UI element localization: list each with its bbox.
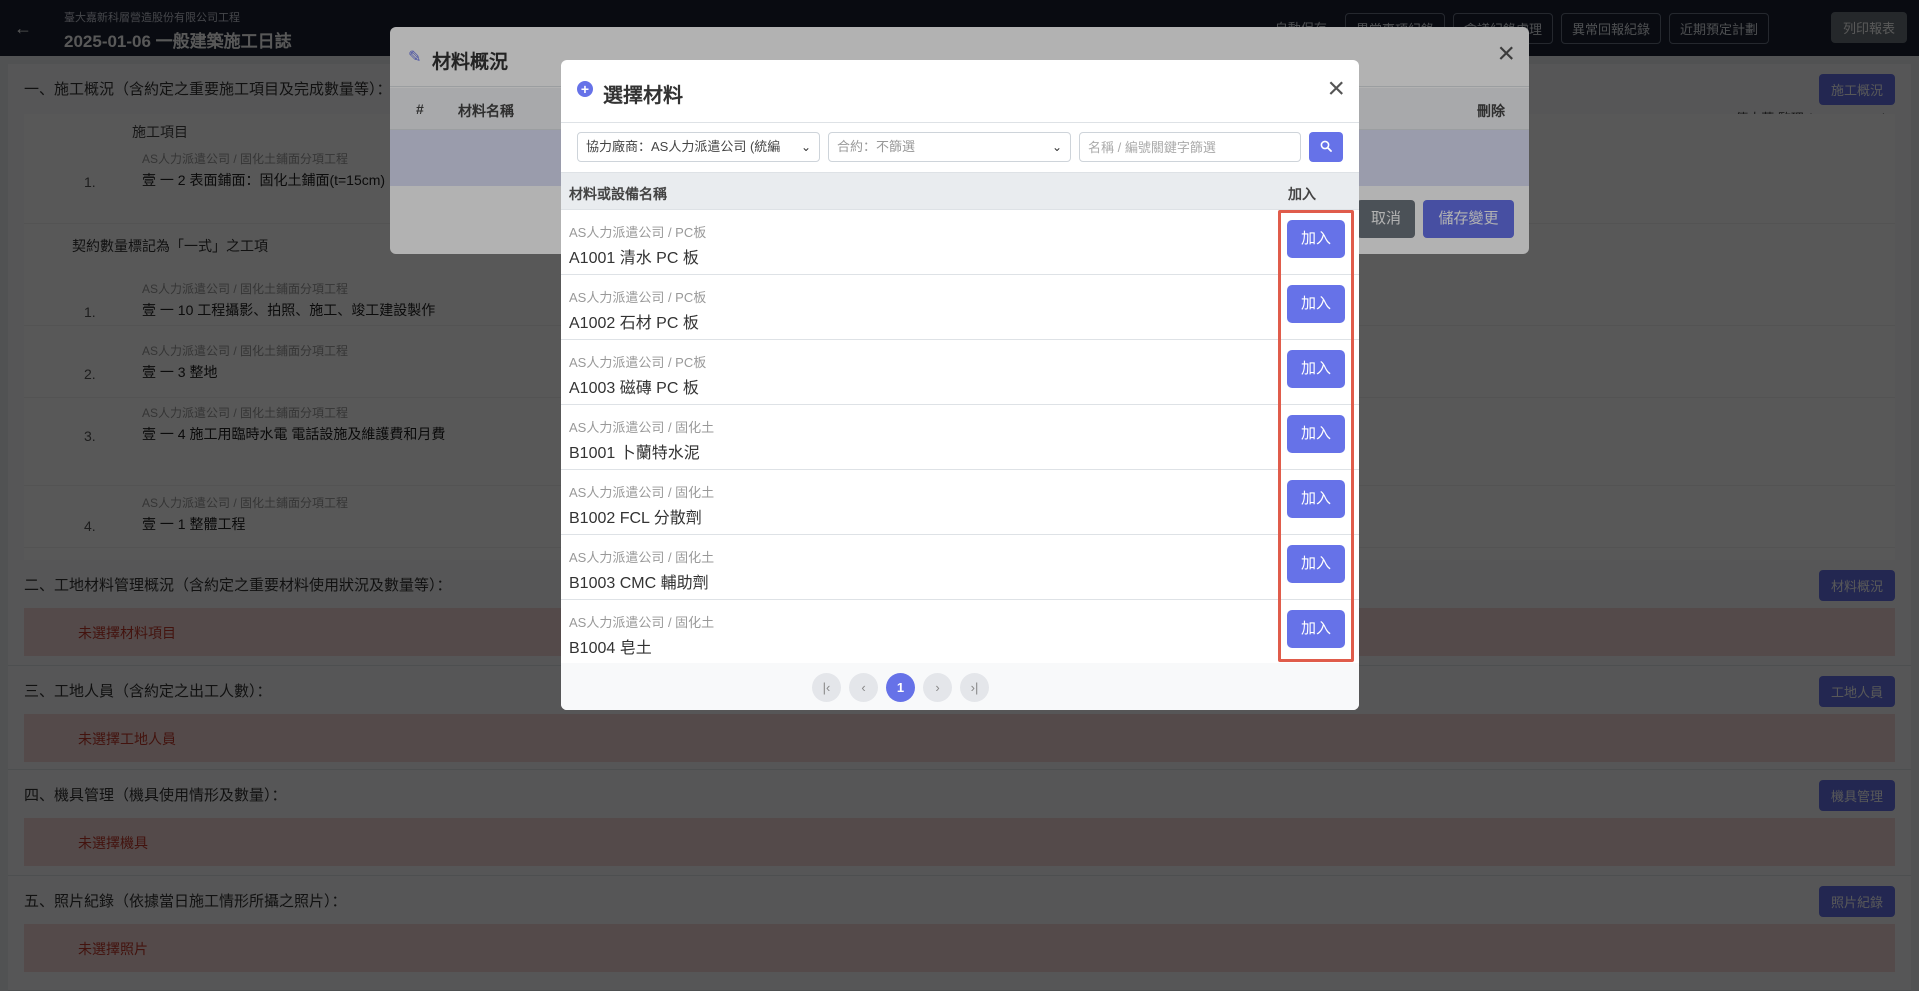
prev-page-button[interactable]: ‹ — [849, 673, 878, 702]
vendor-select[interactable]: 協力廠商：AS人力派遣公司 (統編 ⌄ — [577, 132, 820, 162]
modal-title: 選擇材料 — [603, 85, 683, 107]
keyword-search-input[interactable] — [1079, 132, 1301, 162]
chevron-down-icon: ⌄ — [1051, 140, 1062, 154]
next-page-button[interactable]: › — [923, 673, 952, 702]
material-table-header: 材料或設備名稱 加入 — [561, 172, 1359, 210]
material-row: AS人力派遣公司 / 固化土 B1001 卜蘭特水泥 加入 — [561, 405, 1359, 470]
search-icon — [1320, 140, 1332, 152]
last-page-button[interactable]: ›| — [960, 673, 989, 702]
material-row: AS人力派遣公司 / PC板 A1001 清水 PC 板 加入 — [561, 210, 1359, 275]
filter-bar: 協力廠商：AS人力派遣公司 (統編 ⌄ 合約：不篩選 ⌄ — [561, 124, 1359, 172]
material-row: AS人力派遣公司 / 固化土 B1003 CMC 輔助劑 加入 — [561, 535, 1359, 600]
pagination: |‹ ‹ 1 › ›| — [561, 663, 1359, 710]
material-row: AS人力派遣公司 / 固化土 B1002 FCL 分散劑 加入 — [561, 470, 1359, 535]
add-material-button[interactable]: 加入 — [1287, 350, 1345, 388]
add-material-button[interactable]: 加入 — [1287, 480, 1345, 518]
add-material-button[interactable]: 加入 — [1287, 220, 1345, 258]
chevron-down-icon: ⌄ — [800, 140, 811, 154]
add-material-button[interactable]: 加入 — [1287, 285, 1345, 323]
page-1-button[interactable]: 1 — [886, 673, 915, 702]
first-page-button[interactable]: |‹ — [812, 673, 841, 702]
select-material-modal: + 選擇材料 × 協力廠商：AS人力派遣公司 (統編 ⌄ 合約：不篩選 ⌄ 材料… — [561, 60, 1359, 710]
add-material-button[interactable]: 加入 — [1287, 415, 1345, 453]
plus-circle-icon: + — [577, 81, 593, 97]
close-icon[interactable]: × — [1327, 74, 1345, 104]
contract-select[interactable]: 合約：不篩選 ⌄ — [828, 132, 1071, 162]
material-row: AS人力派遣公司 / PC板 A1003 磁磚 PC 板 加入 — [561, 340, 1359, 405]
add-material-button[interactable]: 加入 — [1287, 610, 1345, 648]
material-row: AS人力派遣公司 / 固化土 B1004 皂土 加入 — [561, 600, 1359, 665]
material-row: AS人力派遣公司 / PC板 A1002 石材 PC 板 加入 — [561, 275, 1359, 340]
modal-header: + 選擇材料 × — [561, 60, 1359, 123]
search-button[interactable] — [1309, 132, 1343, 162]
add-material-button[interactable]: 加入 — [1287, 545, 1345, 583]
